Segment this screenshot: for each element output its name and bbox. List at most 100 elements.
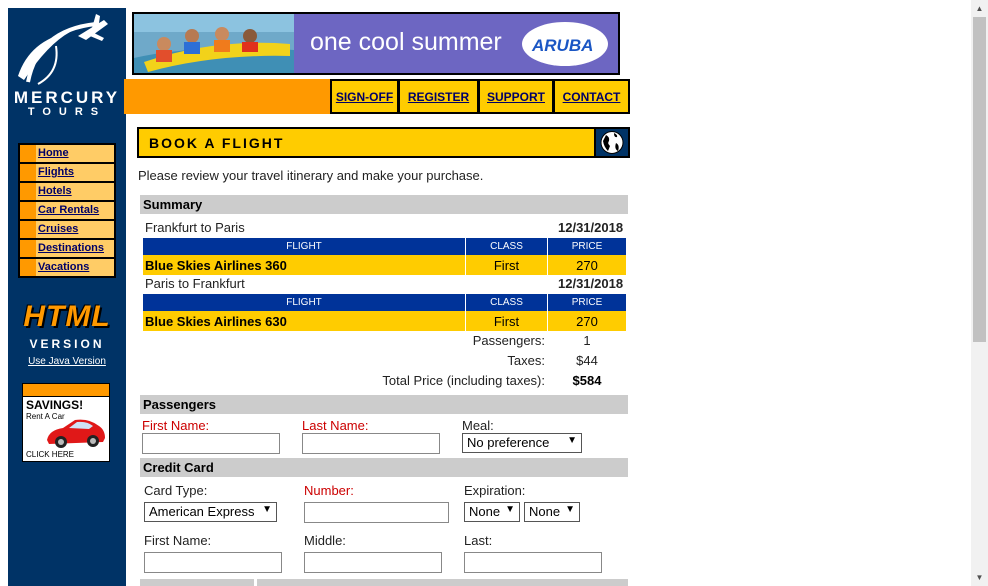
flight-table-header: FLIGHT CLASS PRICE bbox=[143, 238, 626, 255]
brand-sub: TOURS bbox=[27, 106, 107, 118]
col-price: PRICE bbox=[548, 238, 626, 255]
first-name-label: First Name: bbox=[142, 418, 210, 433]
cc-last-name-field[interactable] bbox=[464, 552, 602, 573]
sidebar-item-label[interactable]: Destinations bbox=[38, 242, 104, 254]
table-row: Blue Skies Airlines 360 First 270 bbox=[143, 255, 626, 275]
version-label: VERSION bbox=[29, 337, 105, 351]
bullet-square-icon bbox=[20, 259, 36, 276]
mercury-plane-logo bbox=[18, 14, 108, 85]
page-title: BOOK A FLIGHT bbox=[149, 135, 285, 151]
total-price-value: $584 bbox=[572, 373, 602, 388]
credit-card-heading: Credit Card bbox=[140, 458, 628, 477]
rent-a-car-ad[interactable]: SAVINGS! Rent A Car CLICK HERE bbox=[22, 383, 110, 462]
card-type-label: Card Type: bbox=[144, 483, 208, 498]
exp-year-select-value: None bbox=[529, 504, 561, 519]
col-price: PRICE bbox=[548, 294, 626, 311]
bullet-square-icon bbox=[20, 202, 36, 219]
cc-middle-name-label: Middle: bbox=[304, 533, 346, 548]
promo-banner[interactable]: one cool summer ARUBA bbox=[132, 12, 620, 75]
banana-boat-photo bbox=[134, 14, 294, 73]
passenger-first-name-field[interactable] bbox=[142, 433, 280, 454]
flight-cell: Blue Skies Airlines 630 bbox=[143, 311, 466, 331]
sidebar-item-hotels[interactable]: Hotels bbox=[20, 183, 114, 200]
sidebar-item-label[interactable]: Flights bbox=[38, 166, 74, 178]
sidebar-item-flights[interactable]: Flights bbox=[20, 164, 114, 181]
cc-middle-name-field[interactable] bbox=[304, 552, 442, 573]
page-title-bar: BOOK A FLIGHT bbox=[137, 127, 630, 158]
sidebar-item-home[interactable]: Home bbox=[20, 145, 114, 162]
card-type-select-value: American Express bbox=[149, 504, 255, 519]
cc-last-name-label: Last: bbox=[464, 533, 493, 548]
bullet-square-icon bbox=[20, 183, 36, 200]
meal-select[interactable]: No preference ▼ bbox=[462, 433, 582, 453]
col-flight: FLIGHT bbox=[143, 238, 466, 255]
sidebar-item-cruises[interactable]: Cruises bbox=[20, 221, 114, 238]
price-cell: 270 bbox=[548, 255, 626, 275]
sidebar-item-label[interactable]: Vacations bbox=[38, 261, 89, 273]
expiration-label: Expiration: bbox=[464, 483, 526, 498]
class-cell: First bbox=[466, 311, 548, 331]
col-class: CLASS bbox=[466, 294, 548, 311]
route-date: 12/31/2018 bbox=[558, 220, 624, 235]
card-number-field[interactable] bbox=[304, 502, 449, 523]
bullet-square-icon bbox=[20, 164, 36, 181]
sidebar-item-label[interactable]: Hotels bbox=[38, 185, 72, 197]
cc-first-name-field[interactable] bbox=[144, 552, 282, 573]
billing-address-bar bbox=[257, 579, 628, 586]
sidebar-item-vacations[interactable]: Vacations bbox=[20, 259, 114, 276]
bullet-square-icon bbox=[20, 221, 36, 238]
route-label: Frankfurt to Paris bbox=[145, 220, 245, 235]
card-number-label: Number: bbox=[304, 483, 354, 498]
route-date: 12/31/2018 bbox=[558, 276, 624, 291]
ad-cta: CLICK HERE bbox=[26, 450, 75, 459]
dropdown-arrow-icon: ▼ bbox=[565, 504, 575, 515]
red-car-icon bbox=[47, 419, 105, 448]
scrollbar-thumb[interactable] bbox=[973, 17, 986, 342]
taxes-label: Taxes: bbox=[507, 353, 545, 368]
col-class: CLASS bbox=[466, 238, 548, 255]
contact-link[interactable]: CONTACT bbox=[553, 79, 630, 114]
sidebar-item-car-rentals[interactable]: Car Rentals bbox=[20, 202, 114, 219]
bullet-square-icon bbox=[20, 145, 36, 162]
scroll-up-arrow-icon[interactable]: ▲ bbox=[971, 0, 988, 17]
exp-year-select[interactable]: None ▼ bbox=[524, 502, 580, 522]
ad-headline: SAVINGS! bbox=[26, 398, 84, 412]
sidebar-item-label[interactable]: Cruises bbox=[38, 223, 78, 235]
col-flight: FLIGHT bbox=[143, 294, 466, 311]
taxes-value: $44 bbox=[576, 353, 598, 368]
sidebar-nav: Home Flights Hotels Car Rentals Cruises … bbox=[18, 143, 116, 278]
scroll-down-arrow-icon[interactable]: ▼ bbox=[971, 569, 988, 586]
table-row: Blue Skies Airlines 630 First 270 bbox=[143, 311, 626, 331]
total-price-label: Total Price (including taxes): bbox=[382, 373, 545, 388]
route-label: Paris to Frankfurt bbox=[145, 276, 245, 291]
sidebar-item-destinations[interactable]: Destinations bbox=[20, 240, 114, 257]
exp-month-select[interactable]: None ▼ bbox=[464, 502, 520, 522]
class-cell: First bbox=[466, 255, 548, 275]
sign-off-link[interactable]: SIGN-OFF bbox=[330, 79, 399, 114]
last-name-label: Last Name: bbox=[302, 418, 369, 433]
passengers-count-label: Passengers: bbox=[472, 333, 545, 348]
html-version-logo: HTML bbox=[23, 300, 111, 333]
passenger-last-name-field[interactable] bbox=[302, 433, 440, 454]
support-link[interactable]: SUPPORT bbox=[478, 79, 554, 114]
bullet-square-icon bbox=[20, 240, 36, 257]
sidebar-item-label[interactable]: Home bbox=[38, 147, 69, 159]
cc-first-name-label: First Name: bbox=[144, 533, 212, 548]
meal-select-value: No preference bbox=[467, 435, 550, 450]
intro-text: Please review your travel itinerary and … bbox=[138, 168, 484, 183]
brand-name: MERCURY bbox=[13, 88, 121, 107]
banner-slogan: one cool summer bbox=[310, 28, 502, 56]
card-type-select[interactable]: American Express ▼ bbox=[144, 502, 277, 522]
sidebar-item-label[interactable]: Car Rentals bbox=[38, 204, 99, 216]
globe-icon bbox=[594, 127, 630, 158]
passengers-heading: Passengers bbox=[140, 395, 628, 414]
passengers-count-value: 1 bbox=[583, 333, 591, 348]
dropdown-arrow-icon: ▼ bbox=[505, 504, 515, 515]
dropdown-arrow-icon: ▼ bbox=[262, 504, 272, 515]
exp-month-select-value: None bbox=[469, 504, 501, 519]
flight-cell: Blue Skies Airlines 360 bbox=[143, 255, 466, 275]
register-link[interactable]: REGISTER bbox=[398, 79, 479, 114]
billing-address-heading bbox=[140, 579, 254, 586]
summary-heading: Summary bbox=[140, 195, 628, 214]
java-version-link[interactable]: Use Java Version bbox=[8, 356, 126, 367]
